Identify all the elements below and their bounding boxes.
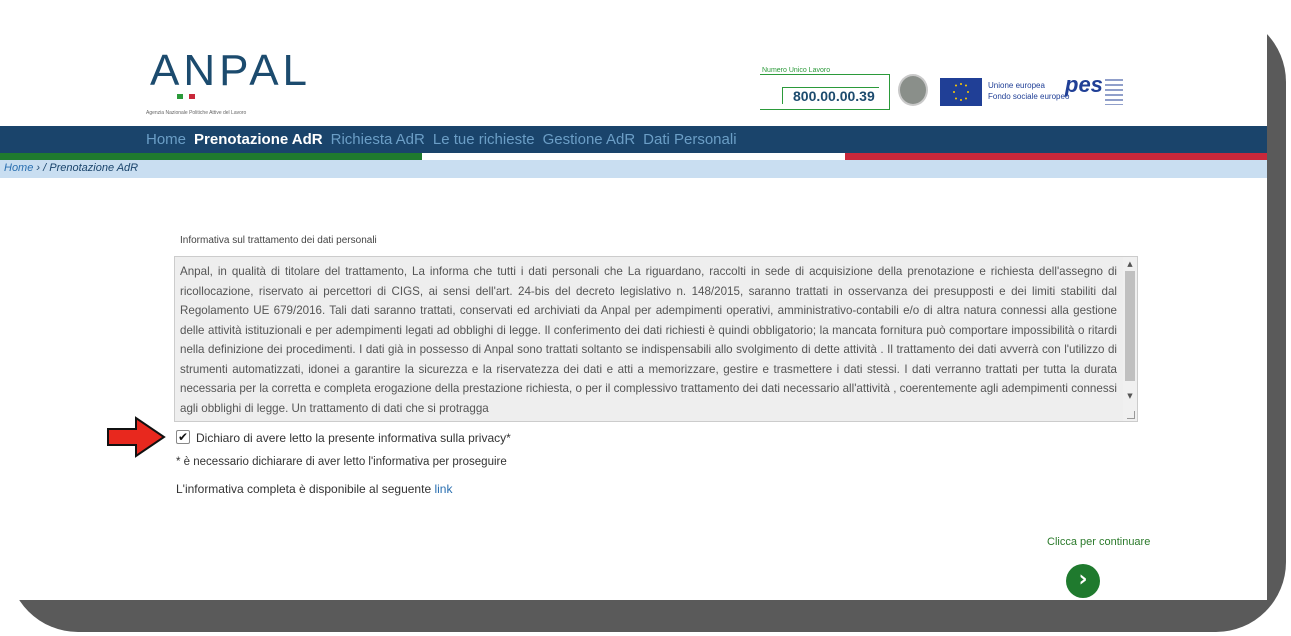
chevron-right-icon: › [1078, 567, 1088, 592]
main-nav: Home Prenotazione AdR Richiesta AdR Le t… [0, 126, 1267, 153]
numero-unico-label: Numero Unico Lavoro [762, 67, 831, 74]
italian-flag-icon [177, 94, 195, 99]
required-note: * è necessario dichiarare di aver letto … [176, 456, 507, 468]
full-info-link[interactable]: link [434, 482, 452, 496]
scroll-up-icon[interactable]: ▲ [1125, 259, 1135, 269]
italian-republic-emblem-icon [898, 74, 928, 106]
anpal-logo[interactable]: ANPAL [150, 46, 311, 96]
site-header: ANPAL Agenzia Nazionale Politiche Attive… [62, 12, 1267, 126]
privacy-consent-label[interactable]: Dichiaro di avere letto la presente info… [196, 431, 511, 445]
breadcrumb-bar: Home › / Prenotazione AdR [0, 160, 1267, 178]
breadcrumb-home-link[interactable]: Home [4, 162, 33, 174]
continue-button[interactable]: › [1066, 564, 1100, 598]
main-content: Informativa sul trattamento dei dati per… [0, 178, 1267, 600]
screenshot-frame: ANPAL Agenzia Nazionale Politiche Attive… [0, 0, 1291, 636]
privacy-consent-checkbox[interactable]: ✔ [176, 430, 190, 444]
eu-flag-icon [940, 78, 982, 106]
full-info-text: L'informativa completa è disponibile al … [176, 482, 452, 496]
scroll-thumb[interactable] [1125, 271, 1135, 381]
informativa-text: Anpal, in qualità di titolare del tratta… [180, 265, 1117, 415]
breadcrumb-current: / Prenotazione AdR [43, 162, 139, 174]
eu-fund-text: Unione europea Fondo sociale europeo [988, 80, 1069, 102]
nav-item-dati-personali[interactable]: Dati Personali [643, 131, 736, 148]
scroll-down-icon[interactable]: ▼ [1125, 391, 1135, 401]
eu-line1: Unione europea [988, 81, 1045, 90]
nav-item-prenotazione-adr[interactable]: Prenotazione AdR [194, 131, 323, 148]
tricolor-stripe [0, 153, 1267, 160]
resize-grip-icon[interactable] [1127, 411, 1135, 419]
eu-line2: Fondo sociale europeo [988, 92, 1070, 101]
pes-network-logo: pes [1065, 72, 1103, 97]
logo-subtitle: Agenzia Nazionale Politiche Attive del L… [146, 110, 247, 116]
textarea-scrollbar[interactable]: ▲ ▼ [1123, 257, 1137, 421]
full-info-prefix: L'informativa completa è disponibile al … [176, 482, 432, 496]
breadcrumb: Home › / Prenotazione AdR [4, 162, 138, 174]
continue-label: Clicca per continuare [1047, 536, 1151, 548]
informativa-textarea[interactable]: Anpal, in qualità di titolare del tratta… [174, 256, 1138, 422]
nav-item-le-tue-richieste[interactable]: Le tue richieste [433, 131, 535, 148]
informativa-title: Informativa sul trattamento dei dati per… [180, 235, 377, 246]
nav-item-gestione-adr[interactable]: Gestione AdR [543, 131, 636, 148]
pes-side-text [1105, 79, 1123, 105]
numero-unico-value: 800.00.00.39 [782, 87, 879, 104]
red-arrow-icon [107, 416, 166, 458]
nav-item-richiesta-adr[interactable]: Richiesta AdR [331, 131, 425, 148]
breadcrumb-separator: › [36, 162, 41, 174]
nav-item-home[interactable]: Home [146, 131, 186, 148]
page: ANPAL Agenzia Nazionale Politiche Attive… [0, 12, 1267, 600]
